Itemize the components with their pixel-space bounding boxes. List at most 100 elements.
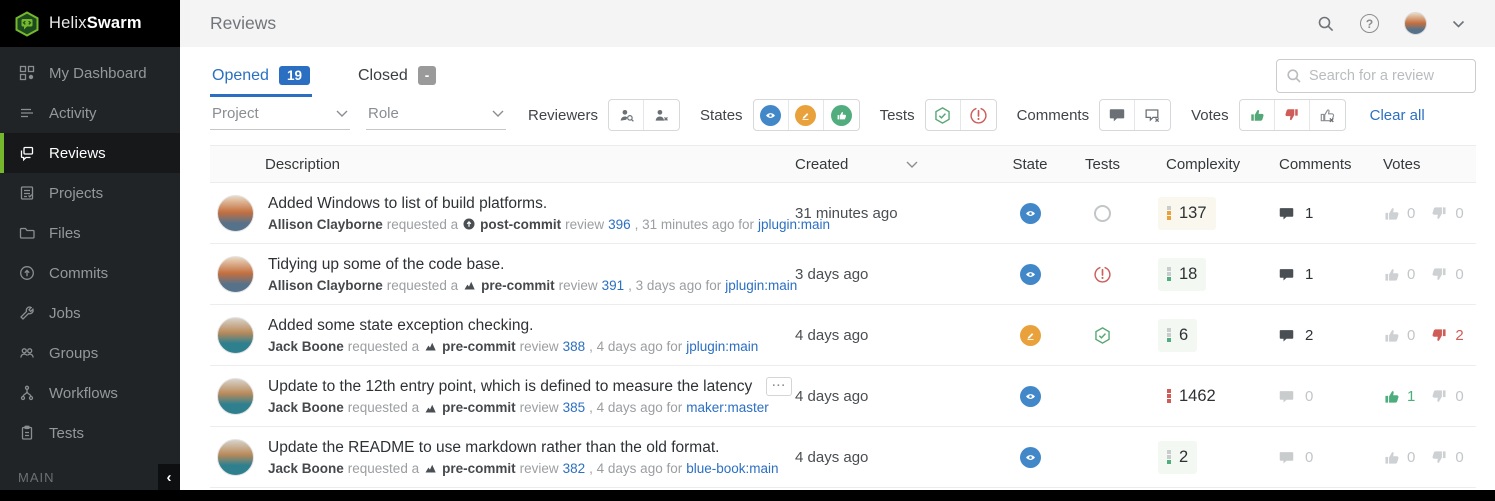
- tests-cell: [1065, 204, 1140, 222]
- user-avatar[interactable]: [1404, 12, 1427, 35]
- votes-up-button[interactable]: [1240, 100, 1275, 130]
- states-filter-label: States: [700, 106, 743, 124]
- commit-type-label: pre-commit: [442, 460, 516, 476]
- approved-icon: [830, 104, 852, 126]
- branch-link[interactable]: blue-book:main: [686, 461, 778, 476]
- column-header-tests[interactable]: Tests: [1065, 156, 1140, 173]
- state-needs-revision-button[interactable]: [789, 100, 824, 130]
- review-author[interactable]: Jack Boone: [268, 461, 344, 476]
- app-logo[interactable]: HelixSwarm: [0, 0, 180, 47]
- review-author[interactable]: Allison Clayborne: [268, 217, 383, 232]
- sidebar-item-files[interactable]: Files: [0, 213, 180, 253]
- table-row[interactable]: Added Windows to list of build platforms…: [210, 183, 1476, 244]
- help-icon[interactable]: ?: [1360, 14, 1379, 33]
- global-search-icon[interactable]: [1317, 15, 1335, 33]
- reviewers-search-button[interactable]: [609, 100, 645, 130]
- state-needs-review-button[interactable]: [754, 100, 789, 130]
- thumbs-down-icon[interactable]: [1431, 327, 1448, 344]
- sidebar-item-jobs[interactable]: Jobs: [0, 293, 180, 333]
- thumbs-up-x-icon: [1320, 109, 1335, 123]
- review-title[interactable]: Tidying up some of the code base.: [268, 256, 504, 274]
- review-id-link[interactable]: 396: [608, 217, 631, 232]
- role-filter-label: Role: [368, 104, 399, 122]
- comments-present-button[interactable]: [1100, 100, 1136, 130]
- sidebar-item-activity[interactable]: Activity: [0, 93, 180, 133]
- thumbs-up-icon[interactable]: [1383, 449, 1400, 466]
- clear-all-filters-link[interactable]: Clear all: [1370, 107, 1425, 124]
- branch-link[interactable]: jplugin:main: [686, 339, 758, 354]
- reviewers-clear-button[interactable]: [644, 100, 679, 130]
- sort-chevron-icon[interactable]: [906, 161, 918, 168]
- user-menu-chevron-icon[interactable]: [1452, 20, 1465, 28]
- role-filter-dropdown[interactable]: Role: [366, 101, 506, 130]
- tests-fail-button[interactable]: [961, 100, 996, 130]
- review-title[interactable]: Update to the 12th entry point, which is…: [268, 378, 752, 396]
- reviews-icon: [20, 146, 34, 162]
- review-title[interactable]: Added Windows to list of build platforms…: [268, 195, 547, 213]
- table-row[interactable]: Update the README to use markdown rather…: [210, 427, 1476, 488]
- review-title[interactable]: Update the README to use markdown rather…: [268, 439, 719, 457]
- sidebar-item-projects[interactable]: Projects: [0, 173, 180, 213]
- table-row[interactable]: Tidying up some of the code base. ··· Al…: [210, 244, 1476, 305]
- votes-cell: 0 0: [1350, 266, 1476, 283]
- column-header-votes[interactable]: Votes: [1350, 156, 1476, 173]
- review-id-link[interactable]: 388: [563, 339, 586, 354]
- tab-opened[interactable]: Opened 19: [210, 55, 312, 97]
- complexity-cell: 6: [1140, 318, 1245, 352]
- review-author[interactable]: Jack Boone: [268, 339, 344, 354]
- helix-swarm-logo-icon: [15, 10, 39, 37]
- project-filter-dropdown[interactable]: Project: [210, 101, 350, 130]
- comments-filter-group: [1099, 99, 1172, 131]
- review-title[interactable]: Added some state exception checking.: [268, 317, 533, 335]
- review-author[interactable]: Allison Clayborne: [268, 278, 383, 293]
- sidebar-item-workflows[interactable]: Workflows: [0, 373, 180, 413]
- sidebar-item-my-dashboard[interactable]: My Dashboard: [0, 53, 180, 93]
- search-input[interactable]: [1276, 59, 1476, 93]
- column-header-comments[interactable]: Comments: [1245, 156, 1352, 173]
- created-cell: 31 minutes ago: [795, 204, 898, 222]
- column-header-state[interactable]: State: [995, 156, 1065, 173]
- review-id-link[interactable]: 385: [563, 400, 586, 415]
- topbar: Reviews ?: [180, 0, 1495, 47]
- branch-link[interactable]: maker:master: [686, 400, 769, 415]
- chevron-down-icon: [492, 110, 504, 117]
- thumbs-up-icon[interactable]: [1383, 388, 1400, 405]
- page-title: Reviews: [210, 13, 277, 33]
- tests-filter-group: [924, 99, 997, 131]
- tests-pass-button[interactable]: [926, 100, 961, 130]
- thumbs-up-icon[interactable]: [1383, 327, 1400, 344]
- branch-link[interactable]: jplugin:main: [725, 278, 797, 293]
- filters-bar: Project Role Reviewers States Tests Comm…: [210, 99, 1476, 131]
- thumbs-down-icon[interactable]: [1431, 449, 1448, 466]
- table-row[interactable]: Added some state exception checking. ···…: [210, 305, 1476, 366]
- review-id-link[interactable]: 382: [563, 461, 586, 476]
- state-approved-button[interactable]: [824, 100, 859, 130]
- sidebar-item-reviews[interactable]: Reviews: [0, 133, 180, 173]
- column-header-complexity[interactable]: Complexity: [1140, 156, 1245, 173]
- sidebar-collapse-button[interactable]: ‹: [158, 464, 180, 490]
- thumbs-down-icon[interactable]: [1431, 388, 1448, 405]
- thumbs-up-icon[interactable]: [1383, 205, 1400, 222]
- sidebar-item-commits[interactable]: Commits: [0, 253, 180, 293]
- column-header-description[interactable]: Description: [210, 156, 795, 173]
- thumbs-down-icon[interactable]: [1431, 266, 1448, 283]
- table-row[interactable]: Update to the 12th entry point, which is…: [210, 366, 1476, 427]
- votes-down-button[interactable]: [1275, 100, 1310, 130]
- comments-cell: 0: [1245, 449, 1350, 466]
- sidebar-item-groups[interactable]: Groups: [0, 333, 180, 373]
- needs-review-icon: [1019, 263, 1041, 285]
- review-tabs: Opened 19 Closed -: [210, 55, 438, 97]
- review-id-link[interactable]: 391: [602, 278, 625, 293]
- sidebar-item-tests[interactable]: Tests: [0, 413, 180, 453]
- tab-closed[interactable]: Closed -: [356, 55, 438, 97]
- project-filter-label: Project: [212, 104, 259, 122]
- votes-none-button[interactable]: [1310, 100, 1345, 130]
- created-cell: 4 days ago: [795, 387, 869, 405]
- thumbs-up-icon[interactable]: [1383, 266, 1400, 283]
- thumbs-down-icon[interactable]: [1431, 205, 1448, 222]
- comments-none-button[interactable]: [1135, 100, 1170, 130]
- avatar: [217, 316, 254, 354]
- expand-description-button[interactable]: ···: [766, 377, 793, 396]
- review-author[interactable]: Jack Boone: [268, 400, 344, 415]
- column-header-created[interactable]: Created: [795, 156, 848, 173]
